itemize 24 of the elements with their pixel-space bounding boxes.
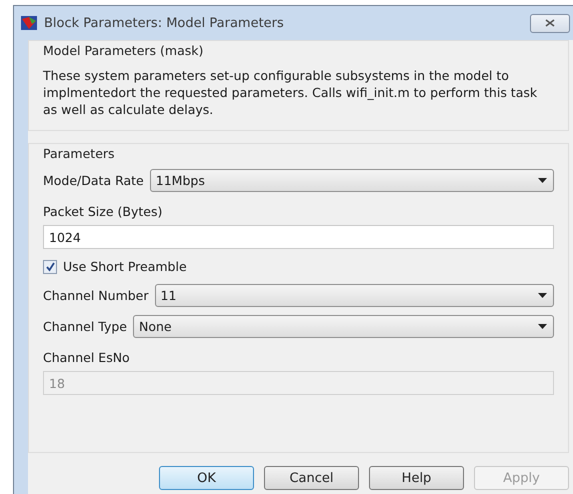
- close-icon: [545, 19, 555, 27]
- group-title: Parameters: [43, 146, 116, 161]
- close-button[interactable]: [530, 14, 570, 32]
- description-text: These system parameters set-up configurable subsystems in the model to implmentedort the requested parameters. Calls wifi_init.m to perform this task as well as calculate delays.: [43, 67, 538, 118]
- field-label: Channel EsNo: [43, 350, 131, 365]
- field-label: Mode/Data Rate: [43, 173, 144, 188]
- dialog-button[interactable]: Help: [369, 466, 464, 490]
- dropdown[interactable]: 11: [154, 284, 554, 307]
- checkbox-label: Use Short Preamble: [63, 259, 187, 274]
- group-title: Model Parameters (mask): [43, 43, 204, 58]
- window-title: Block Parameters: Model Parameters: [44, 16, 285, 30]
- input-field[interactable]: 1024: [43, 225, 554, 249]
- caret-icon: [538, 324, 547, 329]
- checkbox[interactable]: [43, 260, 57, 274]
- dropdown[interactable]: 11Mbps: [150, 169, 554, 192]
- caret-icon: [538, 178, 547, 183]
- field-label: Channel Type: [43, 319, 128, 334]
- dialog-button[interactable]: OK: [159, 466, 254, 490]
- caret-icon: [538, 293, 547, 298]
- app-icon: [20, 15, 38, 31]
- field-label: Packet Size (Bytes): [43, 204, 164, 219]
- dropdown[interactable]: None: [133, 315, 554, 338]
- field-label: Channel Number: [43, 288, 149, 303]
- dialog-button[interactable]: Cancel: [264, 466, 359, 490]
